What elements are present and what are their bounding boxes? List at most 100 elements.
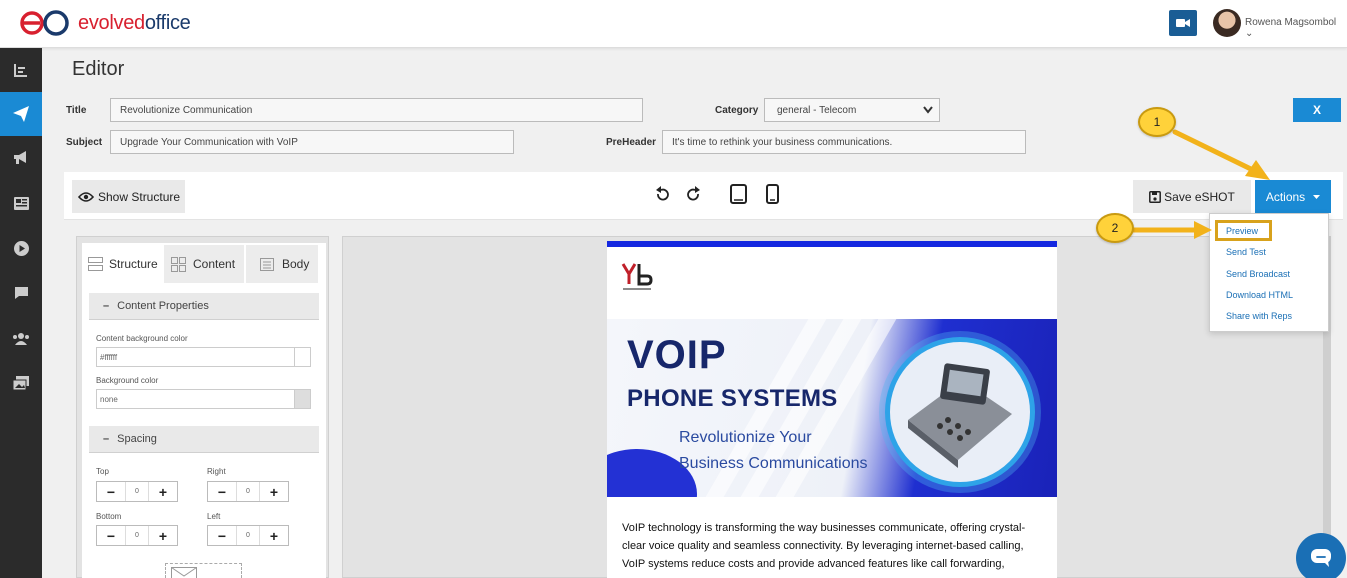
bg-color-label: Background color [96, 376, 159, 385]
decrement-button[interactable]: − [208, 526, 236, 545]
newspaper-icon [13, 196, 29, 210]
brand-logo[interactable]: evolvedoffice [18, 9, 191, 37]
actions-label: Actions [1265, 189, 1306, 204]
subject-field[interactable]: Upgrade Your Communication with VoIP [110, 130, 514, 154]
color-swatch[interactable] [294, 348, 310, 366]
increment-button[interactable]: + [260, 526, 288, 545]
left-spacing-value[interactable]: 0 [236, 526, 260, 545]
email-body-text[interactable]: VoIP technology is transforming the way … [622, 519, 1042, 573]
top-spacing-value[interactable]: 0 [125, 482, 149, 501]
save-eshot-button[interactable]: Save eSHOT [1133, 180, 1251, 213]
sidebar-item-campaigns[interactable] [0, 136, 42, 180]
content-bg-value: #ffffff [100, 353, 118, 362]
tablet-view-icon[interactable] [730, 184, 747, 204]
preheader-field[interactable]: It's time to rethink your business commu… [662, 130, 1026, 154]
show-structure-label: Show Structure [98, 189, 181, 204]
menu-item-send-broadcast[interactable]: Send Broadcast [1226, 269, 1290, 279]
envelope-icon [171, 567, 197, 578]
bg-color-value: none [100, 395, 118, 404]
tab-structure[interactable]: Structure [84, 245, 162, 283]
category-select[interactable]: general - Telecom [764, 98, 940, 122]
redo-icon[interactable] [687, 186, 701, 202]
title-field[interactable]: Revolutionize Communication [110, 98, 643, 122]
undo-icon[interactable] [655, 186, 669, 202]
company-logo-icon[interactable] [617, 256, 659, 298]
sidebar-item-messages[interactable] [0, 271, 42, 315]
menu-item-share-with-reps[interactable]: Share with Reps [1226, 311, 1292, 321]
rows-icon [88, 257, 103, 271]
decrement-button[interactable]: − [97, 482, 125, 501]
banner-subtitle: PHONE SYSTEMS [627, 385, 838, 412]
subject-label: Subject [66, 137, 103, 148]
video-call-button[interactable] [1169, 10, 1197, 36]
right-spacing-value[interactable]: 0 [236, 482, 260, 501]
desk-phone-icon [908, 363, 1012, 468]
content-bg-label: Content background color [96, 334, 188, 343]
sidebar-item-contacts[interactable] [0, 316, 42, 360]
tab-structure-label: Structure [109, 257, 158, 271]
desk-phone-image [885, 337, 1035, 487]
collapse-icon: – [103, 433, 110, 445]
save-eshot-label: Save eSHOT [1164, 189, 1235, 204]
sidebar-item-videos[interactable] [0, 226, 42, 270]
title-label: Title [66, 105, 87, 116]
email-body-line-2: clear voice quality and seamless connect… [622, 540, 1024, 552]
voip-banner-image[interactable]: VOIP PHONE SYSTEMS Revolutionize Your Bu… [607, 319, 1057, 497]
color-swatch[interactable] [294, 390, 310, 408]
top-bar: evolvedoffice Rowena Magsombol ⌄ [0, 0, 1347, 48]
document-icon [260, 257, 274, 271]
bottom-spacing-value[interactable]: 0 [125, 526, 149, 545]
decrement-button[interactable]: − [97, 526, 125, 545]
increment-button[interactable]: + [149, 482, 177, 501]
bg-color-input[interactable]: none [96, 389, 311, 409]
caret-down-icon [1313, 194, 1321, 199]
callout-step-2: 2 [1096, 213, 1134, 243]
user-menu[interactable]: Rowena Magsombol ⌄ [1245, 17, 1347, 39]
spacing-header[interactable]: – Spacing [89, 426, 319, 453]
increment-button[interactable]: + [149, 526, 177, 545]
user-avatar[interactable] [1213, 9, 1241, 37]
right-spacing-stepper[interactable]: − 0 + [207, 481, 289, 502]
paper-plane-icon [13, 106, 29, 122]
top-spacing-stepper[interactable]: − 0 + [96, 481, 178, 502]
chat-icon [1311, 549, 1331, 567]
sidebar-item-content[interactable] [0, 181, 42, 225]
tab-body[interactable]: Body [246, 245, 318, 283]
image-block-placeholder[interactable] [165, 563, 242, 578]
chat-widget-button[interactable] [1296, 533, 1346, 578]
images-icon [13, 376, 29, 390]
tab-content-label: Content [193, 257, 236, 271]
content-properties-header[interactable]: – Content Properties [89, 293, 319, 320]
chevron-down-icon: ⌄ [1245, 28, 1254, 39]
bar-chart-icon [14, 64, 27, 77]
sidebar-item-reports[interactable] [0, 48, 42, 92]
eye-icon [78, 191, 94, 202]
tab-content[interactable]: Content [164, 245, 244, 283]
bottom-label: Bottom [96, 512, 122, 521]
mobile-view-icon[interactable] [766, 184, 779, 204]
sidebar-item-eshots[interactable] [0, 92, 42, 136]
spacing-title: Spacing [117, 433, 157, 445]
tab-body-label: Body [282, 257, 310, 271]
banner-line-2: Business Communications [679, 455, 868, 472]
increment-button[interactable]: + [260, 482, 288, 501]
menu-item-send-test[interactable]: Send Test [1226, 247, 1266, 257]
actions-dropdown-button[interactable]: Actions [1255, 180, 1331, 213]
menu-item-download-html[interactable]: Download HTML [1226, 290, 1293, 300]
video-camera-icon [1176, 19, 1190, 27]
chat-bubble-icon [14, 287, 28, 299]
banner-line-1: Revolutionize Your [679, 429, 812, 446]
decrement-button[interactable]: − [208, 482, 236, 501]
play-circle-icon [13, 240, 29, 256]
users-icon [13, 332, 29, 345]
sidebar-item-media[interactable] [0, 361, 42, 405]
email-preview[interactable]: VOIP PHONE SYSTEMS Revolutionize Your Bu… [607, 241, 1057, 578]
left-spacing-stepper[interactable]: − 0 + [207, 525, 289, 546]
close-editor-button[interactable]: X [1293, 98, 1341, 122]
content-bg-color-input[interactable]: #ffffff [96, 347, 311, 367]
category-label: Category [715, 105, 759, 116]
grid-icon [171, 256, 186, 272]
brand-name: evolvedoffice [78, 11, 191, 34]
show-structure-button[interactable]: Show Structure [72, 180, 185, 213]
bottom-spacing-stepper[interactable]: − 0 + [96, 525, 178, 546]
